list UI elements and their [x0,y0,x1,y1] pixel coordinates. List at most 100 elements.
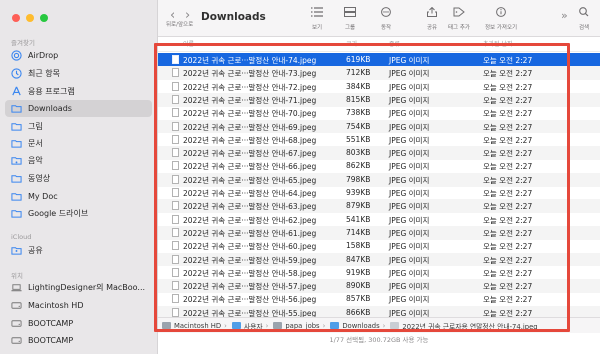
sidebar-item-movies[interactable]: 동영상 [5,170,152,187]
icloud-header: iCloud [11,233,32,241]
group-button[interactable]: 그룹 [344,7,356,31]
folder-icon [9,172,23,186]
grid-icon [344,7,356,17]
path-crumb[interactable]: Downloads [326,322,380,330]
clock-icon [9,67,23,81]
column-name[interactable]: 이름 [183,39,194,48]
file-date: 오늘 오전 2:27 [483,268,533,278]
sidebar-item-bootcamp[interactable]: BOOTCAMP [5,315,152,332]
ellipsis-icon [381,7,391,17]
sidebar-item-shared[interactable]: 공유 [5,242,152,259]
file-row[interactable]: 2022년 귀속 근로···말정산 안내-70.jpeg 738KB JPEG 이미… [158,106,600,120]
tag-icon [453,7,465,17]
file-size: 866KB [346,307,371,317]
file-row[interactable]: 2022년 귀속 근로···말정산 안내-56.jpeg 857KB JPEG 이미… [158,292,600,306]
jpeg-file-icon [172,134,179,144]
search-icon [579,7,589,17]
file-date: 오늘 오전 2:27 [483,162,533,172]
file-row[interactable]: 2022년 귀속 근로···말정산 안내-64.jpeg 939KB JPEG 이미… [158,186,600,200]
view-button[interactable]: 보기 [311,7,323,31]
file-kind: JPEG 이미지 [389,162,430,172]
file-kind: JPEG 이미지 [389,95,430,105]
disk-icon [9,334,23,348]
share-button[interactable]: 공유 [426,7,438,31]
get-info-button[interactable]: 정보 가져오기 [485,7,517,31]
action-button[interactable]: 동작 [380,7,392,31]
jpeg-file-icon [172,241,179,251]
file-date: 오늘 오전 2:27 [483,82,533,92]
path-separator-icon: › [265,321,269,330]
file-row[interactable]: 2022년 귀속 근로···말정산 안내-72.jpeg 384KB JPEG 이미… [158,80,600,94]
file-date: 오늘 오전 2:27 [483,189,533,198]
search-button[interactable]: 검색 [578,7,590,31]
jpeg-file-icon [172,121,179,131]
path-crumb-label: 사용자 [243,322,263,331]
file-kind: JPEG 이미지 [389,202,430,212]
file-size: 847KB [346,254,371,264]
file-date: 오늘 오전 2:27 [483,295,533,305]
sidebar-item-label: My Doc [28,192,58,201]
path-crumb[interactable]: Macintosh HD [158,322,221,330]
file-size: 919KB [346,267,371,277]
file-row[interactable]: 2022년 귀속 근로···말정산 안내-58.jpeg 919KB JPEG 이미… [158,266,600,280]
file-date: 오늘 오전 2:27 [483,242,533,252]
file-row[interactable]: 2022년 귀속 근로···말정산 안내-65.jpeg 798KB JPEG 이미… [158,172,600,187]
add-tag-button[interactable]: 태그 추가 [448,7,470,31]
jpeg-file-icon [172,201,179,211]
jpeg-file-icon [172,148,179,158]
minimize-button[interactable] [26,14,34,22]
close-button[interactable] [12,14,20,22]
sidebar-item-downloads[interactable]: Downloads [5,100,152,117]
share-icon [427,7,437,17]
sidebar-item-documents[interactable]: 문서 [5,135,152,152]
column-kind[interactable]: 종류 [389,39,400,48]
jpeg-file-icon [172,307,179,317]
file-name: 2022년 귀속 근로···말정산 안내-60.jpeg [183,242,317,252]
file-row[interactable]: 2022년 귀속 근로···말정산 안내-66.jpeg 862KB JPEG 이미… [158,159,600,173]
file-kind: JPEG 이미지 [389,82,430,92]
file-kind: JPEG 이미지 [389,122,430,132]
path-crumb[interactable]: 2022년 귀속 근로자용 연말정산 안내-74.jpeg [386,321,538,331]
file-name: 2022년 귀속 근로···말정산 안내-65.jpeg [183,175,317,185]
info-icon [496,7,506,17]
path-crumb-label: papa_jobs [285,321,320,330]
file-row[interactable]: 2022년 귀속 근로···말정산 안내-61.jpeg 714KB JPEG 이미… [158,225,600,240]
sidebar-item-airdrop[interactable]: AirDrop [5,47,152,64]
info-label: 정보 가져오기 [485,25,518,31]
column-size[interactable]: 크기 [346,39,357,48]
file-row[interactable]: 2022년 귀속 근로···말정산 안내-69.jpeg 754KB JPEG 이미… [158,119,600,134]
file-row[interactable]: 2022년 귀속 근로···말정산 안내-74.jpeg 619KB JPEG 이미… [158,53,600,67]
path-crumb[interactable]: 사용자 [228,321,263,331]
file-size: 551KB [346,134,371,144]
sidebar-item-macintosh-hd[interactable]: Macintosh HD [5,297,152,314]
file-kind: JPEG 이미지 [389,228,430,238]
zoom-button[interactable] [40,14,48,22]
file-row[interactable]: 2022년 귀속 근로···말정산 안내-59.jpeg 847KB JPEG 이미… [158,252,600,267]
file-row[interactable]: 2022년 귀속 근로···말정산 안내-71.jpeg 815KB JPEG 이미… [158,92,600,107]
sidebar-item-google-drive[interactable]: Google 드라이브 [5,205,152,222]
column-date[interactable]: 추가된 날짜 [483,39,513,48]
folder-icon [330,322,340,329]
sidebar-item-bootcamp-2[interactable]: BOOTCAMP [5,332,152,349]
sidebar: 즐겨찾기 AirDrop 최근 항목 응용 프로그램 Downloads 그림 … [0,0,158,354]
file-row[interactable]: 2022년 귀속 근로···말정산 안내-73.jpeg 712KB JPEG 이미… [158,66,600,81]
file-row[interactable]: 2022년 귀속 근로···말정산 안내-57.jpeg 890KB JPEG 이미… [158,279,600,293]
view-label: 보기 [311,25,323,31]
sidebar-item-pictures[interactable]: 그림 [5,118,152,135]
file-row[interactable]: 2022년 귀속 근로···말정산 안내-62.jpeg 541KB JPEG 이미… [158,213,600,227]
sidebar-item-macbook[interactable]: LightingDesigner의 MacBoo... [5,279,152,296]
sidebar-item-label: Downloads [28,104,72,113]
sidebar-item-music[interactable]: 음악 [5,152,152,169]
path-crumb[interactable]: papa_jobs [269,321,320,330]
path-crumb-label: Macintosh HD [174,321,222,330]
sidebar-item-recents[interactable]: 최근 항목 [5,65,152,82]
file-row[interactable]: 2022년 귀속 근로···말정산 안내-63.jpeg 879KB JPEG 이미… [158,199,600,214]
file-row[interactable]: 2022년 귀속 근로···말정산 안내-67.jpeg 803KB JPEG 이미… [158,146,600,160]
file-size: 384KB [346,81,371,91]
sidebar-item-applications[interactable]: 응용 프로그램 [5,83,152,100]
more-toolbar-icon[interactable]: » [561,9,568,22]
file-row[interactable]: 2022년 귀속 근로···말정산 안내-68.jpeg 551KB JPEG 이미… [158,133,600,147]
file-row[interactable]: 2022년 귀속 근로···말정산 안내-60.jpeg 158KB JPEG 이미… [158,239,600,253]
file-kind: JPEG 이미지 [389,255,430,265]
sidebar-item-my-doc[interactable]: My Doc [5,188,152,205]
